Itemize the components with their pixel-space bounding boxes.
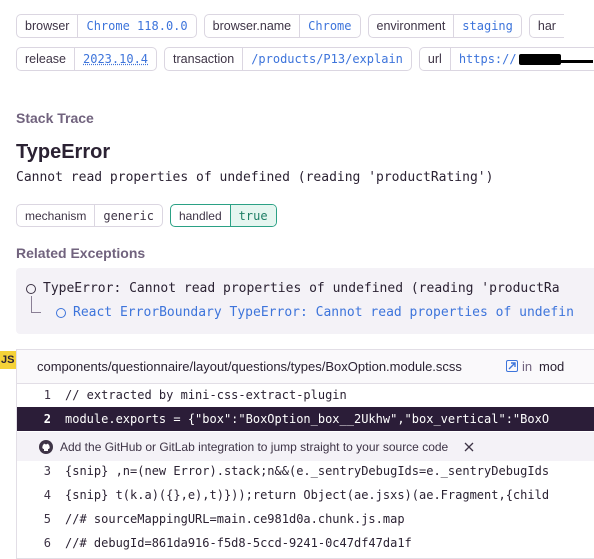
tag-key: url bbox=[420, 48, 451, 70]
node-circle-icon bbox=[56, 307, 66, 318]
redaction-mark-tail bbox=[558, 59, 593, 63]
mechanism-pills: mechanism generic handled true bbox=[16, 204, 277, 227]
code-line: 6 //# debugId=861da916-f5d8-5ccd-9241-0c… bbox=[17, 531, 594, 555]
tag-value[interactable]: Chrome 118.0.0 bbox=[78, 15, 195, 37]
tag-key: browser bbox=[17, 15, 79, 37]
code-line: 3 {snip} ,n=(new Error).stack;n&&(e._sen… bbox=[17, 459, 594, 483]
js-badge: JS bbox=[0, 351, 16, 369]
tag-url[interactable]: url https:// bbox=[418, 47, 594, 71]
integration-banner: Add the GitHub or GitLab integration to … bbox=[17, 432, 594, 461]
url-text: https:// bbox=[458, 52, 517, 66]
line-code: // extracted by mini-css-extract-plugin bbox=[65, 388, 347, 402]
stack-frame: components/questionnaire/layout/question… bbox=[16, 349, 594, 559]
line-code: //# sourceMappingURL=main.ce981d0a.chunk… bbox=[65, 512, 405, 526]
line-code: module.exports = {"box":"BoxOption_box__… bbox=[65, 412, 550, 426]
github-icon bbox=[39, 439, 53, 454]
line-number: 1 bbox=[43, 388, 51, 402]
code-line: 5 //# sourceMappingURL=main.ce981d0a.chu… bbox=[17, 507, 594, 531]
line-number: 4 bbox=[43, 488, 51, 502]
tag-handled-cut[interactable]: har bbox=[528, 14, 564, 38]
tag-value[interactable]: staging bbox=[454, 15, 521, 37]
handled-pill[interactable]: handled true bbox=[169, 204, 277, 227]
frame-file-path: components/questionnaire/layout/question… bbox=[37, 359, 462, 374]
frame-header[interactable]: components/questionnaire/layout/question… bbox=[17, 350, 594, 384]
node-circle-icon bbox=[26, 283, 36, 294]
line-code: {snip} ,n=(new Error).stack;n&&(e._sentr… bbox=[65, 464, 550, 478]
line-number: 3 bbox=[43, 464, 51, 478]
pill-key: mechanism bbox=[17, 205, 96, 226]
mechanism-pill[interactable]: mechanism generic bbox=[16, 204, 163, 227]
tag-environment[interactable]: environment staging bbox=[367, 14, 522, 38]
pill-key: handled bbox=[171, 205, 231, 226]
related-root-item: TypeError: Cannot read properties of und… bbox=[26, 281, 560, 296]
error-type: TypeError bbox=[16, 141, 111, 163]
frame-module-name: mod bbox=[539, 359, 565, 374]
tag-value[interactable]: /products/P13/explain bbox=[243, 48, 411, 70]
close-icon[interactable] bbox=[463, 441, 475, 453]
tag-key: release bbox=[17, 48, 75, 70]
tag-value[interactable]: Chrome bbox=[300, 15, 359, 37]
tag-key: environment bbox=[369, 15, 455, 37]
error-message: Cannot read properties of undefined (rea… bbox=[16, 170, 494, 185]
line-number: 2 bbox=[43, 412, 51, 426]
line-code: //# debugId=861da916-f5d8-5ccd-9241-0c47… bbox=[65, 536, 412, 550]
related-root-text: TypeError: Cannot read properties of und… bbox=[43, 281, 560, 296]
tag-key: browser.name bbox=[205, 15, 301, 37]
tag-browser[interactable]: browser Chrome 118.0.0 bbox=[16, 14, 197, 38]
tag-value[interactable]: 2023.10.4 bbox=[75, 48, 156, 70]
pill-value: true bbox=[230, 205, 276, 226]
tags-row-2: release 2023.10.4 transaction /products/… bbox=[16, 47, 594, 71]
line-code: {snip} t(k.a)({},e),t)}));return Object(… bbox=[65, 488, 550, 502]
related-exceptions-heading: Related Exceptions bbox=[16, 245, 146, 261]
js-badge-label: JS bbox=[1, 354, 15, 366]
related-child-link[interactable]: React ErrorBoundary TypeError: Cannot re… bbox=[73, 305, 574, 320]
line-number: 6 bbox=[43, 536, 51, 550]
integration-banner-text[interactable]: Add the GitHub or GitLab integration to … bbox=[60, 440, 448, 454]
code-line: 1 // extracted by mini-css-extract-plugi… bbox=[17, 383, 594, 407]
tag-transaction[interactable]: transaction /products/P13/explain bbox=[164, 47, 412, 71]
tags-row-1: browser Chrome 118.0.0 browser.name Chro… bbox=[16, 14, 564, 38]
tag-key: har bbox=[537, 19, 556, 33]
related-child-item[interactable]: React ErrorBoundary TypeError: Cannot re… bbox=[56, 305, 574, 320]
tag-release[interactable]: release 2023.10.4 bbox=[16, 47, 158, 71]
pill-value: generic bbox=[103, 208, 154, 223]
tag-browser-name[interactable]: browser.name Chrome bbox=[203, 14, 361, 38]
tag-value[interactable]: https:// bbox=[451, 48, 594, 70]
tag-key: transaction bbox=[165, 48, 244, 70]
code-line-active: 2 module.exports = {"box":"BoxOption_box… bbox=[17, 407, 594, 431]
related-exceptions-tree: TypeError: Cannot read properties of und… bbox=[16, 268, 594, 334]
tree-connector-icon bbox=[31, 296, 41, 313]
stack-trace-heading: Stack Trace bbox=[16, 110, 94, 126]
line-number: 5 bbox=[43, 512, 51, 526]
code-line: 4 {snip} t(k.a)({},e),t)}));return Objec… bbox=[17, 483, 594, 507]
open-external-icon[interactable] bbox=[506, 360, 518, 372]
frame-in-label: in bbox=[522, 359, 533, 374]
redaction-mark bbox=[518, 53, 561, 65]
